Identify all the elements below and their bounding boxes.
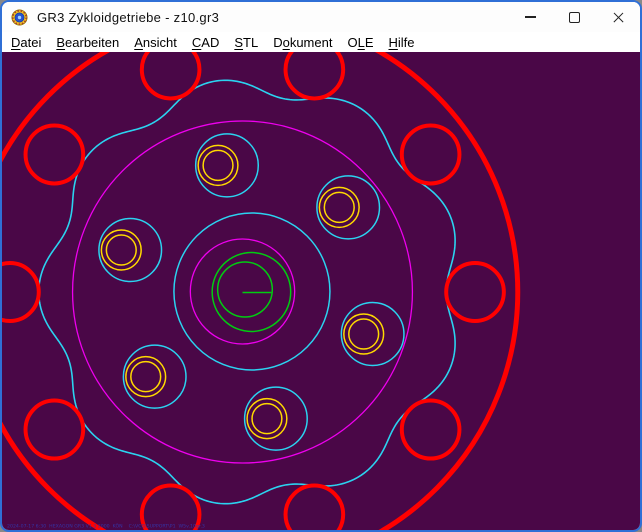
ring-pin-red bbox=[2, 263, 39, 321]
output-pin-outer-yellow bbox=[126, 357, 166, 397]
output-pin-inner-yellow bbox=[106, 235, 136, 265]
maximize-icon bbox=[569, 12, 580, 23]
ring-pin-red bbox=[142, 52, 200, 98]
shaft-circle-green bbox=[218, 262, 273, 317]
output-pin-inner-yellow bbox=[324, 192, 354, 222]
output-pin-outer-yellow bbox=[344, 314, 384, 354]
output-pin-outer-yellow bbox=[198, 145, 238, 185]
ring-pin-red bbox=[402, 125, 460, 183]
title-bar: GR3 Zykloidgetriebe - z10.gr3 bbox=[2, 2, 640, 32]
menu-item-cad[interactable]: CAD bbox=[192, 35, 219, 50]
disc-hole-cyan bbox=[245, 387, 308, 450]
ring-pin-red bbox=[446, 263, 504, 321]
disc-hole-cyan bbox=[123, 345, 186, 408]
ring-pin-red bbox=[286, 52, 344, 98]
pitch-circle-magenta bbox=[73, 121, 413, 463]
app-window: GR3 Zykloidgetriebe - z10.gr3 Datei Bearb… bbox=[0, 0, 642, 532]
status-line: 2024-07-17 6:30 HEXAGON GR3 V1.3 2000 KÖ… bbox=[7, 524, 205, 529]
ring-pin-red bbox=[286, 486, 344, 532]
disc-hole-cyan bbox=[341, 302, 404, 365]
output-pin-inner-yellow bbox=[252, 404, 282, 434]
menu-item-dokument[interactable]: Dokument bbox=[273, 35, 332, 50]
output-pin-inner-yellow bbox=[349, 319, 379, 349]
output-pin-outer-yellow bbox=[247, 399, 287, 439]
ring-pin-red bbox=[26, 125, 84, 183]
output-pin-outer-yellow bbox=[101, 230, 141, 270]
close-button[interactable] bbox=[596, 2, 640, 32]
center-bore-cyan bbox=[174, 213, 330, 370]
output-pin-outer-yellow bbox=[319, 187, 359, 227]
ring-pin-red bbox=[26, 401, 84, 459]
minimize-button[interactable] bbox=[508, 2, 552, 32]
drawing-canvas[interactable]: 2024-07-17 6:30 HEXAGON GR3 V1.3 2000 KÖ… bbox=[2, 52, 640, 532]
output-pin-inner-yellow bbox=[203, 150, 233, 180]
window-title: GR3 Zykloidgetriebe - z10.gr3 bbox=[37, 10, 219, 25]
center-circle-magenta bbox=[190, 239, 294, 344]
output-pin-inner-yellow bbox=[131, 362, 161, 392]
minimize-icon bbox=[525, 16, 536, 17]
menu-item-datei[interactable]: Datei bbox=[11, 35, 41, 50]
disc-hole-cyan bbox=[196, 134, 259, 197]
menu-item-ole[interactable]: OLE bbox=[347, 35, 373, 50]
window-controls bbox=[508, 2, 640, 32]
maximize-button[interactable] bbox=[552, 2, 596, 32]
menu-item-ansicht[interactable]: Ansicht bbox=[134, 35, 177, 50]
menu-item-stl[interactable]: STL bbox=[234, 35, 258, 50]
cad-drawing[interactable] bbox=[2, 52, 640, 532]
ring-pin-red bbox=[402, 401, 460, 459]
app-icon[interactable] bbox=[11, 9, 28, 26]
disc-hole-cyan bbox=[317, 176, 380, 239]
menu-bar: Datei Bearbeiten Ansicht CAD STL Dokument OLE H… bbox=[2, 32, 640, 52]
disc-hole-cyan bbox=[99, 219, 162, 282]
close-icon bbox=[613, 12, 624, 23]
menu-item-hilfe[interactable]: Hilfe bbox=[388, 35, 414, 50]
menu-item-bearbeiten[interactable]: Bearbeiten bbox=[56, 35, 119, 50]
